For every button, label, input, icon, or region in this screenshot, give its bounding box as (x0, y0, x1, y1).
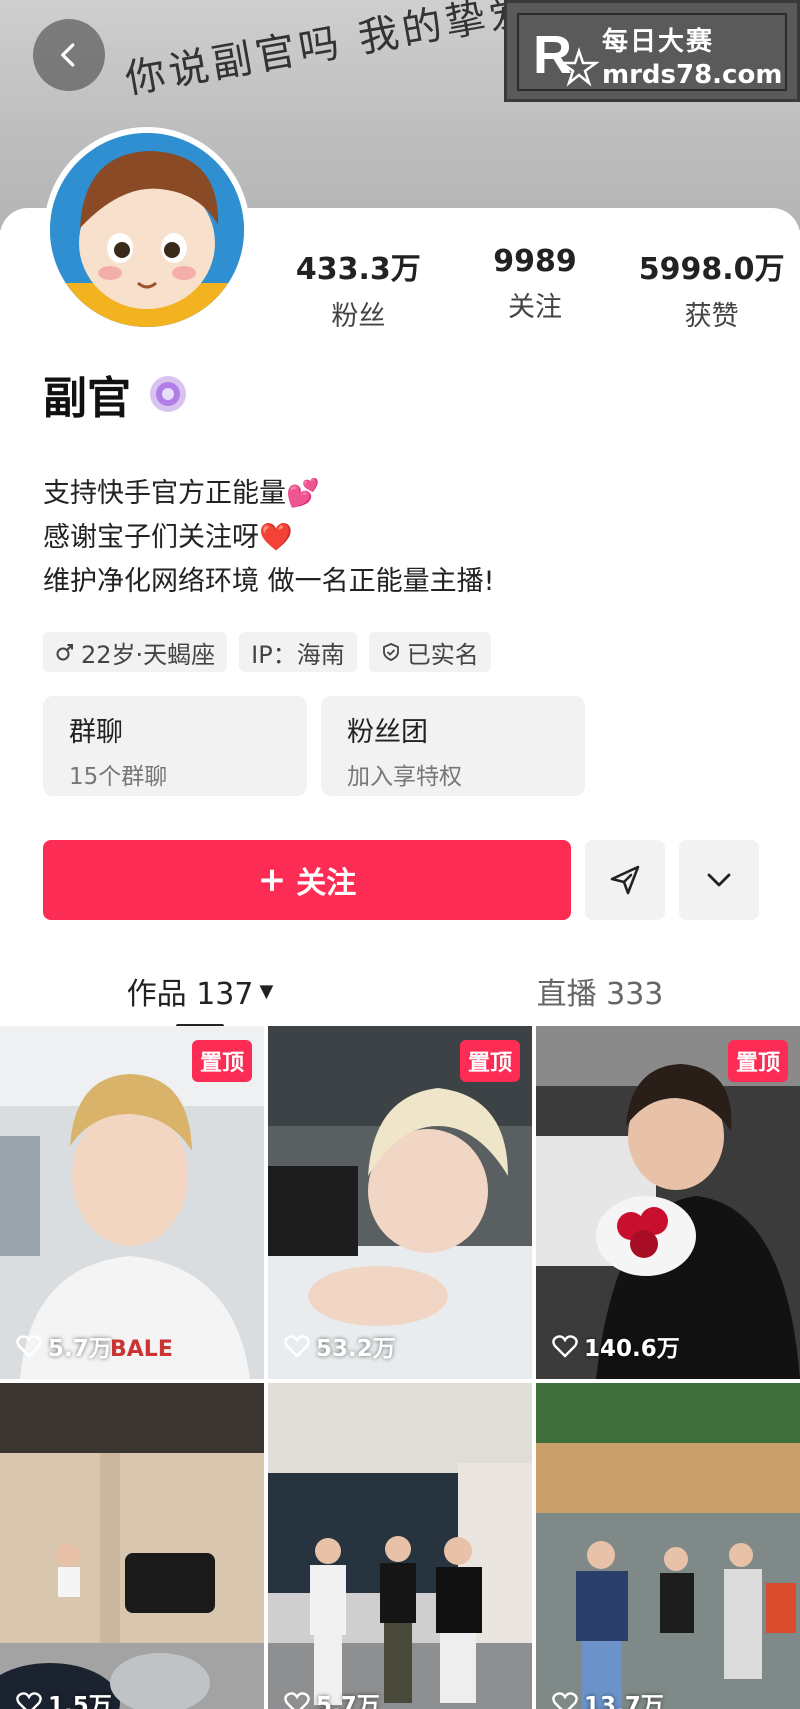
share-button[interactable] (585, 840, 665, 920)
video-likes: 1.5万 (16, 1686, 112, 1709)
level-badge-icon[interactable] (147, 373, 189, 415)
video-thumbnail[interactable]: 5.7万 (268, 1383, 532, 1709)
likes-count: 5.7万 (48, 1336, 112, 1362)
likes-count: 5.7万 (316, 1693, 380, 1709)
name-row: 副官 (43, 362, 189, 426)
fan-club-tile[interactable]: 粉丝团 加入享特权 (321, 696, 585, 796)
caret-down-icon: ▼ (259, 980, 274, 1002)
pinned-badge: 置顶 (459, 1040, 520, 1082)
verified-tag-label: 已实名 (406, 640, 479, 669)
following-label: 关注 (508, 292, 562, 323)
cartoon-avatar-icon (50, 133, 244, 327)
avatar[interactable] (44, 127, 250, 333)
heart-icon (284, 1335, 310, 1358)
video-thumbnail[interactable]: 置顶 53.2万 (268, 1026, 532, 1379)
video-thumbnail[interactable]: 13.7万 (536, 1383, 800, 1709)
follow-button[interactable]: + 关注 (43, 840, 571, 920)
heart-icon (16, 1335, 42, 1358)
banner-text: 你说副官吗 我的挚爱 (121, 0, 537, 104)
video-grid: BALE 置顶 5.7万 置顶 53.2万 置顶 140.6万 1.5万 5.7… (0, 1026, 800, 1709)
tab-live[interactable]: 直播 333 (400, 958, 800, 1024)
likes-count: 140.6万 (584, 1336, 680, 1362)
ip-tag-label: IP：海南 (251, 640, 345, 669)
video-cover (536, 1383, 800, 1709)
tile-subtitle: 15个群聊 (69, 764, 168, 790)
watermark-url: mrds78.com (602, 60, 783, 90)
bio-line: 维护净化网络环境 做一名正能量主播! (43, 566, 495, 597)
pinned-badge: 置顶 (191, 1040, 252, 1082)
likes-count: 53.2万 (316, 1336, 396, 1362)
video-likes: 13.7万 (552, 1686, 664, 1709)
shield-check-icon (382, 643, 399, 661)
male-icon (56, 644, 73, 661)
video-thumbnail[interactable]: 置顶 140.6万 (536, 1026, 800, 1379)
video-thumbnail[interactable]: BALE 置顶 5.7万 (0, 1026, 264, 1379)
chevron-left-icon (61, 43, 75, 67)
feature-tiles: 群聊 15个群聊 粉丝团 加入享特权 (43, 696, 585, 796)
heart-icon (552, 1335, 578, 1358)
stat-likes[interactable]: 5998.0万 获赞 (623, 244, 800, 333)
stat-fans[interactable]: 433.3万 粉丝 (270, 244, 447, 333)
tab-works-label: 作品 137 (126, 977, 254, 1012)
profile-tags: 22岁·天蝎座 IP：海南 已实名 (43, 632, 491, 672)
heart-icon (16, 1692, 42, 1709)
pinned-badge: 置顶 (727, 1040, 788, 1082)
fans-count: 433.3万 (295, 252, 421, 287)
plus-icon: + (257, 860, 287, 900)
svg-text:R: R (533, 25, 572, 85)
tab-live-label: 直播 333 (536, 977, 664, 1012)
watermark-title: 每日大赛 (602, 27, 715, 57)
stat-following[interactable]: 9989 关注 (447, 244, 624, 333)
chevron-down-icon (707, 873, 731, 887)
more-button[interactable] (679, 840, 759, 920)
likes-label: 获赞 (684, 301, 739, 332)
content-tabs: 作品 137 ▼ 直播 333 (0, 958, 800, 1028)
tile-title: 粉丝团 (347, 717, 428, 748)
age-tag-label: 22岁·天蝎座 (81, 640, 216, 669)
age-tag: 22岁·天蝎座 (43, 632, 228, 672)
video-likes: 5.7万 (284, 1686, 380, 1709)
group-chat-tile[interactable]: 群聊 15个群聊 (43, 696, 307, 796)
video-likes: 5.7万 (16, 1329, 112, 1363)
tile-title: 群聊 (69, 717, 123, 748)
heart-icon (284, 1692, 310, 1709)
svg-text:BALE: BALE (110, 1337, 173, 1362)
video-likes: 53.2万 (284, 1329, 396, 1363)
heart-icon (552, 1692, 578, 1709)
video-cover (268, 1383, 532, 1709)
following-count: 9989 (493, 244, 577, 279)
profile-stats: 433.3万 粉丝 9989 关注 5998.0万 获赞 (270, 244, 800, 333)
likes-count: 1.5万 (48, 1693, 112, 1709)
ip-tag: IP：海南 (239, 632, 357, 672)
tab-works[interactable]: 作品 137 ▼ (0, 958, 400, 1024)
bio-line: 感谢宝子们关注呀❤️ (43, 522, 293, 553)
bio-line: 支持快手官方正能量💕 (43, 478, 320, 509)
watermark-logo-icon: R (533, 25, 599, 87)
send-icon (610, 865, 640, 895)
back-button[interactable] (33, 19, 105, 91)
likes-count: 5998.0万 (638, 252, 785, 287)
follow-label: 关注 (296, 866, 357, 901)
video-cover (0, 1383, 264, 1709)
video-thumbnail[interactable]: 1.5万 (0, 1383, 264, 1709)
likes-count: 13.7万 (584, 1693, 664, 1709)
verified-tag: 已实名 (368, 632, 491, 672)
tile-subtitle: 加入享特权 (347, 764, 462, 790)
profile-name: 副官 (43, 373, 131, 424)
watermark: R 每日大赛 mrds78.com (504, 0, 800, 102)
fans-label: 粉丝 (331, 301, 386, 332)
video-likes: 140.6万 (552, 1329, 680, 1363)
profile-bio: 支持快手官方正能量💕 感谢宝子们关注呀❤️ 维护净化网络环境 做一名正能量主播! (43, 472, 494, 604)
action-bar: + 关注 (43, 840, 759, 920)
